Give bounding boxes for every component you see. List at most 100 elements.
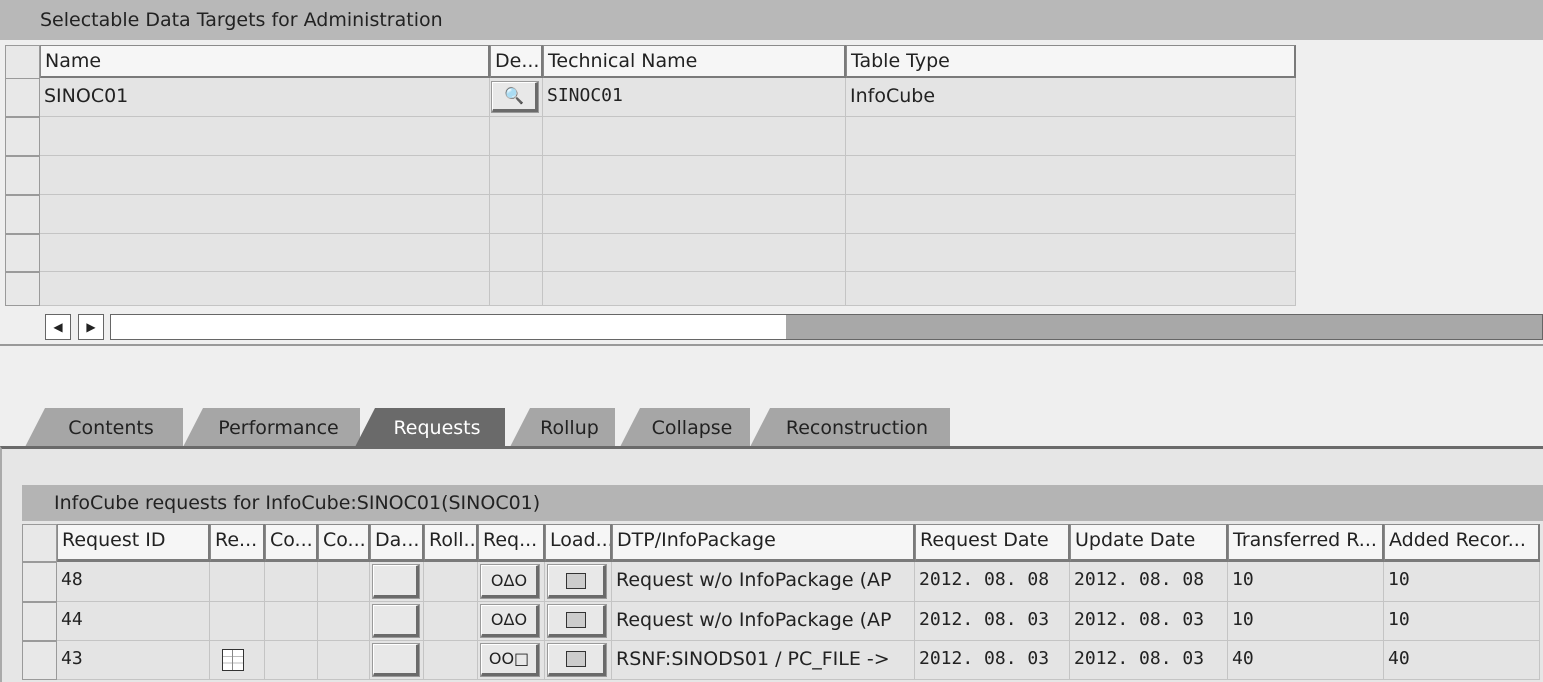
scroll-right-button[interactable]: ▶ <box>78 314 104 340</box>
data-button[interactable] <box>372 643 420 677</box>
rollup-cell <box>424 562 478 602</box>
column-header[interactable]: Re... <box>210 524 265 562</box>
column-header[interactable]: Transferred R... <box>1228 524 1384 562</box>
load-cell <box>545 641 612 680</box>
da-cell <box>370 641 424 680</box>
technical-name-cell: SINOC01 <box>543 78 846 117</box>
scroll-left-button[interactable]: ◀ <box>45 314 71 340</box>
row-selector[interactable] <box>22 602 57 641</box>
scrollbar-track[interactable] <box>110 314 1543 340</box>
table-icon[interactable] <box>222 649 244 671</box>
request-status-cell: ΟΔΟ <box>478 602 545 641</box>
added-records-cell: 40 <box>1384 641 1540 680</box>
column-header[interactable]: Co... <box>318 524 370 562</box>
data-targets-title: Selectable Data Targets for Administrati… <box>0 0 1543 40</box>
row-selector[interactable] <box>5 78 40 117</box>
row-selector[interactable] <box>5 234 40 272</box>
magnifier-icon[interactable]: 🔍 <box>491 81 539 113</box>
tab-requests[interactable]: Requests <box>355 408 505 447</box>
dtp-infopackage-cell: RSNF:SINODS01 / PC_FILE -> <box>612 641 915 680</box>
da-cell <box>370 562 424 602</box>
column-header[interactable]: DTP/InfoPackage <box>612 524 915 562</box>
status-lights-icon[interactable]: ΟΔΟ <box>480 604 540 638</box>
da-cell <box>370 602 424 641</box>
scrollbar-thumb[interactable] <box>111 315 786 339</box>
tab-collapse[interactable]: Collapse <box>620 408 750 447</box>
co-cell <box>265 602 318 641</box>
empty-cell <box>543 272 846 306</box>
select-all-button[interactable] <box>5 45 40 79</box>
data-button[interactable] <box>372 564 420 599</box>
select-all-button[interactable] <box>22 524 57 562</box>
column-header[interactable]: Update Date <box>1070 524 1228 562</box>
empty-cell <box>40 272 490 306</box>
status-lights-icon[interactable]: ΟΔΟ <box>480 564 540 599</box>
empty-cell <box>490 117 543 156</box>
table-type-cell: InfoCube <box>846 78 1296 117</box>
request-date-cell: 2012. 08. 03 <box>915 602 1070 641</box>
empty-cell <box>40 117 490 156</box>
request-status-cell: ΟΟ□ <box>478 641 545 680</box>
column-header[interactable]: Roll... <box>424 524 478 562</box>
empty-cell <box>40 234 490 272</box>
column-header[interactable]: Table Type <box>846 45 1296 79</box>
request-id-cell: 48 <box>57 562 210 602</box>
column-header[interactable]: Name <box>40 45 490 79</box>
request-date-cell: 2012. 08. 03 <box>915 641 1070 680</box>
requests-title: InfoCube requests for InfoCube:SINOC01(S… <box>22 485 1543 521</box>
column-header[interactable]: Technical Name <box>543 45 846 79</box>
empty-cell <box>490 156 543 195</box>
re-cell <box>210 641 265 680</box>
row-selector[interactable] <box>5 272 40 306</box>
empty-cell <box>543 234 846 272</box>
detail-cell: 🔍 <box>490 78 543 117</box>
column-header[interactable]: Request ID <box>57 524 210 562</box>
status-lights-icon[interactable]: ΟΟ□ <box>480 643 540 677</box>
empty-cell <box>846 234 1296 272</box>
row-selector[interactable] <box>5 117 40 156</box>
row-selector[interactable] <box>22 562 57 602</box>
empty-cell <box>40 195 490 234</box>
monitor-icon[interactable] <box>547 604 607 638</box>
empty-cell <box>490 234 543 272</box>
co-cell <box>265 641 318 680</box>
empty-cell <box>490 195 543 234</box>
update-date-cell: 2012. 08. 08 <box>1070 562 1228 602</box>
row-selector[interactable] <box>22 641 57 680</box>
re-cell <box>210 562 265 602</box>
transferred-records-cell: 10 <box>1228 602 1384 641</box>
update-date-cell: 2012. 08. 03 <box>1070 641 1228 680</box>
rollup-cell <box>424 641 478 680</box>
column-header[interactable]: De... <box>490 45 543 79</box>
tab-performance[interactable]: Performance <box>183 408 360 447</box>
tab-rollup[interactable]: Rollup <box>510 408 615 447</box>
monitor-icon[interactable] <box>547 643 607 677</box>
name-cell: SINOC01 <box>40 78 490 117</box>
row-selector[interactable] <box>5 156 40 195</box>
empty-cell <box>40 156 490 195</box>
monitor-icon[interactable] <box>547 564 607 599</box>
added-records-cell: 10 <box>1384 602 1540 641</box>
empty-cell <box>543 195 846 234</box>
row-selector[interactable] <box>5 195 40 234</box>
rollup-cell <box>424 602 478 641</box>
co-cell <box>318 562 370 602</box>
column-header[interactable]: Load... <box>545 524 612 562</box>
empty-cell <box>543 117 846 156</box>
tab-contents[interactable]: Contents <box>25 408 183 447</box>
data-button[interactable] <box>372 604 420 638</box>
column-header[interactable]: Da... <box>370 524 424 562</box>
column-header[interactable]: Added Recor... <box>1384 524 1540 562</box>
empty-cell <box>490 272 543 306</box>
added-records-cell: 10 <box>1384 562 1540 602</box>
column-header[interactable]: Req... <box>478 524 545 562</box>
request-id-cell: 43 <box>57 641 210 680</box>
transferred-records-cell: 10 <box>1228 562 1384 602</box>
empty-cell <box>846 117 1296 156</box>
dtp-infopackage-cell: Request w/o InfoPackage (AP <box>612 562 915 602</box>
empty-cell <box>846 272 1296 306</box>
column-header[interactable]: Co... <box>265 524 318 562</box>
column-header[interactable]: Request Date <box>915 524 1070 562</box>
tab-reconstruction[interactable]: Reconstruction <box>750 408 950 447</box>
horizontal-scrollbar[interactable]: ◀ ▶ <box>0 306 1543 346</box>
